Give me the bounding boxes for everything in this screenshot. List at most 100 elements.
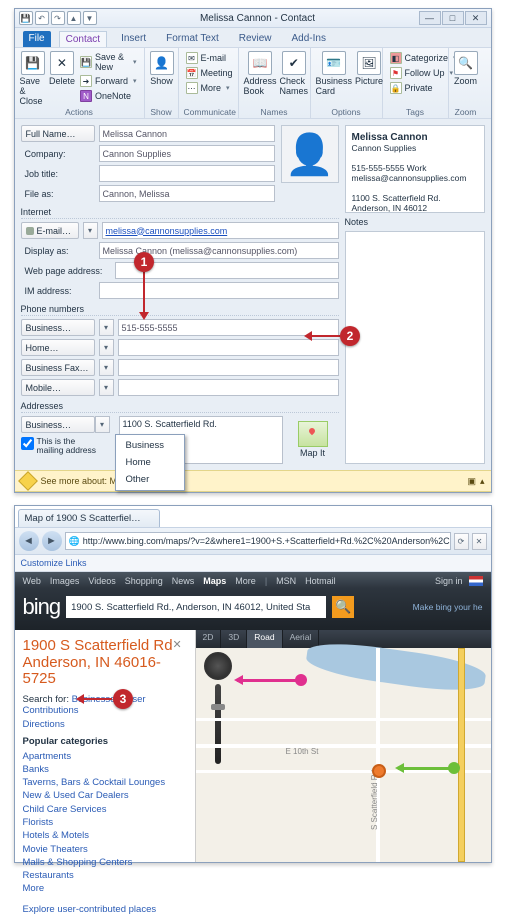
customize-links[interactable]: Customize Links xyxy=(21,558,87,568)
topnav-more[interactable]: More xyxy=(235,576,256,586)
topnav-maps[interactable]: Maps xyxy=(203,576,226,586)
pop-childcare[interactable]: Child Care Services xyxy=(23,803,187,816)
qat-prev-icon[interactable]: ▲ xyxy=(67,11,81,25)
notes-field[interactable] xyxy=(345,231,485,464)
close-panel-icon[interactable]: ✕ xyxy=(173,638,182,651)
phone-home-dropdown[interactable]: ▾ xyxy=(99,339,114,356)
pop-banks[interactable]: Banks xyxy=(23,763,187,776)
view-road[interactable]: Road xyxy=(247,630,282,648)
signin-link[interactable]: Sign in xyxy=(435,576,463,586)
tab-file[interactable]: File xyxy=(23,31,51,47)
pop-movies[interactable]: Movie Theaters xyxy=(23,843,187,856)
tab-contact[interactable]: Contact xyxy=(59,31,107,47)
browser-tab[interactable]: Map of 1900 S Scatterfiel… xyxy=(18,509,160,527)
phone-mobile-button[interactable]: Mobile… xyxy=(21,379,95,396)
delete-button[interactable]: ✕Delete xyxy=(49,51,75,86)
pop-cars[interactable]: New & Used Car Dealers xyxy=(23,789,187,802)
qat-redo-icon[interactable]: ↷ xyxy=(51,11,65,25)
phone-home-button[interactable]: Home… xyxy=(21,339,95,356)
tab-format-text[interactable]: Format Text xyxy=(160,31,225,47)
phone-fax-button[interactable]: Business Fax… xyxy=(21,359,95,376)
phone-business-button[interactable]: Business… xyxy=(21,319,95,336)
business-card-button[interactable]: 🪪Business Card xyxy=(316,51,353,96)
phone-fax-field[interactable] xyxy=(118,359,339,376)
tab-insert[interactable]: Insert xyxy=(115,31,152,47)
qat-undo-icon[interactable]: ↶ xyxy=(35,11,49,25)
save-new-button[interactable]: 💾Save & New xyxy=(78,51,139,73)
topnav-msn[interactable]: MSN xyxy=(276,576,296,586)
full-name-field[interactable]: Melissa Cannon xyxy=(99,125,275,142)
people-pane-bar[interactable]: See more about: Melissa Cannon. ▣ ▴ xyxy=(15,470,491,492)
pop-florists[interactable]: Florists xyxy=(23,816,187,829)
more-comm-button[interactable]: ⋯More xyxy=(184,81,235,95)
view-3d[interactable]: 3D xyxy=(221,630,247,648)
business-card-preview[interactable]: Melissa Cannon Cannon Supplies 515-555-5… xyxy=(345,125,485,213)
email-field[interactable]: melissa@cannonsupplies.com xyxy=(102,222,339,239)
addr-menu-other[interactable]: Other xyxy=(118,471,183,488)
explore-link[interactable]: Explore user-contributed places xyxy=(23,904,187,915)
save-close-button[interactable]: 💾Save & Close xyxy=(20,51,46,106)
tab-review[interactable]: Review xyxy=(233,31,278,47)
map-search-input[interactable]: 1900 S. Scatterfield Rd., Anderson, IN 4… xyxy=(66,596,326,618)
maximize-button[interactable]: □ xyxy=(442,11,464,25)
forward-button[interactable]: ► xyxy=(42,531,62,551)
email-button[interactable]: ✉E-mail xyxy=(184,51,235,65)
map-canvas[interactable]: 2D 3D Road Aerial E 10th St S Scatterfie… xyxy=(195,630,491,862)
stop-button[interactable]: ✕ xyxy=(472,533,487,550)
pop-more[interactable]: More xyxy=(23,882,187,895)
email-type-dropdown[interactable]: ▾ xyxy=(83,222,98,239)
make-homepage-link[interactable]: Make bing your he xyxy=(413,602,483,612)
pop-taverns[interactable]: Taverns, Bars & Cocktail Lounges xyxy=(23,776,187,789)
phone-home-field[interactable] xyxy=(118,339,339,356)
contact-photo[interactable]: 👤 xyxy=(281,125,339,183)
map-it-button[interactable]: Map It xyxy=(287,416,339,463)
minimize-button[interactable]: — xyxy=(419,11,441,25)
refresh-button[interactable]: ⟳ xyxy=(454,533,469,550)
notif-collapse-icon[interactable]: ▴ xyxy=(480,476,485,487)
full-name-button[interactable]: Full Name… xyxy=(21,125,95,142)
address-business-button[interactable]: Business… xyxy=(21,416,95,433)
pop-hotels[interactable]: Hotels & Motels xyxy=(23,829,187,842)
pop-apartments[interactable]: Apartments xyxy=(23,750,187,763)
qat-save-icon[interactable]: 💾 xyxy=(19,11,33,25)
zoom-slider[interactable] xyxy=(215,684,221,764)
meeting-button[interactable]: 📅Meeting xyxy=(184,66,235,80)
notif-expand-icon[interactable]: ▣ xyxy=(467,476,476,487)
mailing-address-checkbox[interactable]: This is the mailing address xyxy=(21,437,101,456)
phone-fax-dropdown[interactable]: ▾ xyxy=(99,359,114,376)
email-button-label[interactable]: E-mail… xyxy=(21,222,79,239)
topnav-images[interactable]: Images xyxy=(50,576,80,586)
topnav-videos[interactable]: Videos xyxy=(88,576,115,586)
file-as-field[interactable]: Cannon, Melissa xyxy=(99,185,275,202)
im-field[interactable] xyxy=(99,282,339,299)
zoom-button[interactable]: 🔍Zoom xyxy=(454,51,478,86)
topnav-news[interactable]: News xyxy=(172,576,195,586)
qat-next-icon[interactable]: ▼ xyxy=(83,11,97,25)
addr-menu-business[interactable]: Business xyxy=(118,437,183,454)
tab-addins[interactable]: Add-Ins xyxy=(286,31,332,47)
check-names-button[interactable]: ✔Check Names xyxy=(280,51,309,96)
pop-malls[interactable]: Malls & Shopping Centers xyxy=(23,856,187,869)
view-2d[interactable]: 2D xyxy=(196,630,222,648)
addr-menu-home[interactable]: Home xyxy=(118,454,183,471)
onenote-button[interactable]: NOneNote xyxy=(78,89,139,103)
url-field[interactable]: 🌐 http://www.bing.com/maps/?v=2&where1=1… xyxy=(65,532,451,550)
forward-button[interactable]: ➜Forward xyxy=(78,74,139,88)
close-button[interactable]: ✕ xyxy=(465,11,487,25)
search-go-button[interactable]: 🔍 xyxy=(332,596,354,618)
company-field[interactable]: Cannon Supplies xyxy=(99,145,275,162)
job-title-field[interactable] xyxy=(99,165,275,182)
phone-mobile-field[interactable] xyxy=(118,379,339,396)
directions-link[interactable]: Directions xyxy=(23,719,65,730)
picture-button[interactable]: 🖼Picture xyxy=(355,51,383,86)
address-book-button[interactable]: 📖Address Book xyxy=(244,51,277,96)
topnav-web[interactable]: Web xyxy=(23,576,41,586)
compass-icon[interactable] xyxy=(204,652,232,680)
show-button[interactable]: 👤Show xyxy=(150,51,174,86)
pop-restaurants[interactable]: Restaurants xyxy=(23,869,187,882)
back-button[interactable]: ◄ xyxy=(19,531,39,551)
address-type-dropdown[interactable]: ▾ xyxy=(95,416,110,433)
topnav-hotmail[interactable]: Hotmail xyxy=(305,576,336,586)
locale-flag-icon[interactable] xyxy=(469,576,483,586)
phone-mobile-dropdown[interactable]: ▾ xyxy=(99,379,114,396)
